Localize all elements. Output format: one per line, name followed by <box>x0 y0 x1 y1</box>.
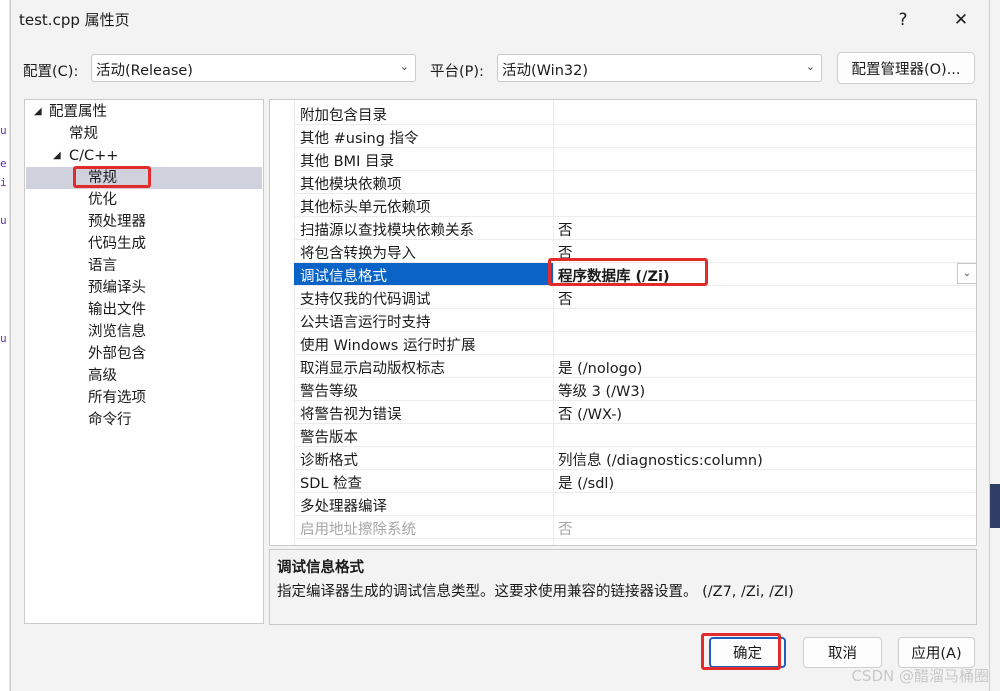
grid-row[interactable]: 其他 #using 指令 <box>294 125 976 148</box>
tree-item-external-includes[interactable]: 外部包含 <box>26 343 262 365</box>
apply-button[interactable]: 应用(A) <box>898 637 975 668</box>
cancel-button[interactable]: 取消 <box>803 637 882 668</box>
grid-row[interactable]: 多处理器编译 <box>294 493 976 516</box>
highlight-box-value <box>548 258 708 286</box>
platform-label: 平台(P): <box>430 64 484 80</box>
config-select-value: 活动(Release) <box>96 63 193 79</box>
grid-row[interactable]: 诊断格式 列信息 (/diagnostics:column) <box>294 447 976 470</box>
tree-item-config-properties[interactable]: ◢ 配置属性 <box>26 101 262 123</box>
description-pane: 调试信息格式 指定编译器生成的调试信息类型。这要求使用兼容的链接器设置。 (/Z… <box>269 549 977 625</box>
background-editor-strip: u e i u u <box>0 0 10 691</box>
window-title: test.cpp 属性页 <box>19 11 130 29</box>
watermark: CSDN @醋溜马桶圈 <box>851 667 989 685</box>
grid-row[interactable]: 附加包含目录 <box>294 102 976 125</box>
tree-item-browse-info[interactable]: 浏览信息 <box>26 321 262 343</box>
tree-item-advanced[interactable]: 高级 <box>26 365 262 387</box>
dropdown-chevron-icon[interactable]: ⌄ <box>957 263 976 284</box>
grid-row-disabled: 启用地址擦除系统否 <box>294 516 976 539</box>
tree-item-all-options[interactable]: 所有选项 <box>26 387 262 409</box>
grid-row[interactable]: 警告版本 <box>294 424 976 447</box>
config-manager-button[interactable]: 配置管理器(O)... <box>837 52 975 84</box>
help-button[interactable]: ? <box>880 2 926 38</box>
tree-item-general[interactable]: 常规 <box>26 123 262 145</box>
property-grid[interactable]: 附加包含目录 其他 #using 指令 其他 BMI 目录 其他模块依赖项 其他… <box>269 99 977 546</box>
platform-select-value: 活动(Win32) <box>502 63 589 79</box>
config-select[interactable]: 活动(Release) ⌄ <box>91 54 416 82</box>
grid-row[interactable]: 支持仅我的代码调试否 <box>294 286 976 309</box>
tree-item-cpp[interactable]: ◢ C/C++ <box>26 145 262 167</box>
background-right-strip <box>990 0 1000 691</box>
grid-row[interactable]: 其他标头单元依赖项 <box>294 194 976 217</box>
platform-select[interactable]: 活动(Win32) ⌄ <box>497 54 822 82</box>
grid-row[interactable]: 其他模块依赖项 <box>294 171 976 194</box>
chevron-down-icon: ⌄ <box>399 60 409 73</box>
grid-row[interactable]: 警告等级 等级 3 (/W3) <box>294 378 976 401</box>
expanded-triangle-icon[interactable]: ◢ <box>34 101 42 123</box>
config-label: 配置(C): <box>23 64 79 80</box>
chevron-down-icon: ⌄ <box>805 60 815 73</box>
grid-row[interactable]: 取消显示启动版权标志是 (/nologo) <box>294 355 976 378</box>
tree-item-output-files[interactable]: 输出文件 <box>26 299 262 321</box>
description-text: 指定编译器生成的调试信息类型。这要求使用兼容的链接器设置。 (/Z7, /Zi,… <box>277 584 794 600</box>
tree-item-language[interactable]: 语言 <box>26 255 262 277</box>
tree-item-command-line[interactable]: 命令行 <box>26 409 262 431</box>
grid-row[interactable]: 扫描源以查找模块依赖关系否 <box>294 217 976 240</box>
highlight-box-ok <box>701 633 781 670</box>
grid-row[interactable]: 将警告视为错误否 (/WX-) <box>294 401 976 424</box>
tree-item-precompiled-headers[interactable]: 预编译头 <box>26 277 262 299</box>
tree-item-optimization[interactable]: 优化 <box>26 189 262 211</box>
close-button[interactable]: ✕ <box>938 2 984 38</box>
tree-item-code-generation[interactable]: 代码生成 <box>26 233 262 255</box>
highlight-box-tree <box>73 166 151 188</box>
tree-item-preprocessor[interactable]: 预处理器 <box>26 211 262 233</box>
grid-row[interactable]: 其他 BMI 目录 <box>294 148 976 171</box>
grid-row[interactable]: 公共语言运行时支持 <box>294 309 976 332</box>
description-title: 调试信息格式 <box>277 560 364 576</box>
expanded-triangle-icon[interactable]: ◢ <box>53 145 61 167</box>
grid-row[interactable]: SDL 检查是 (/sdl) <box>294 470 976 493</box>
grid-row[interactable]: 使用 Windows 运行时扩展 <box>294 332 976 355</box>
